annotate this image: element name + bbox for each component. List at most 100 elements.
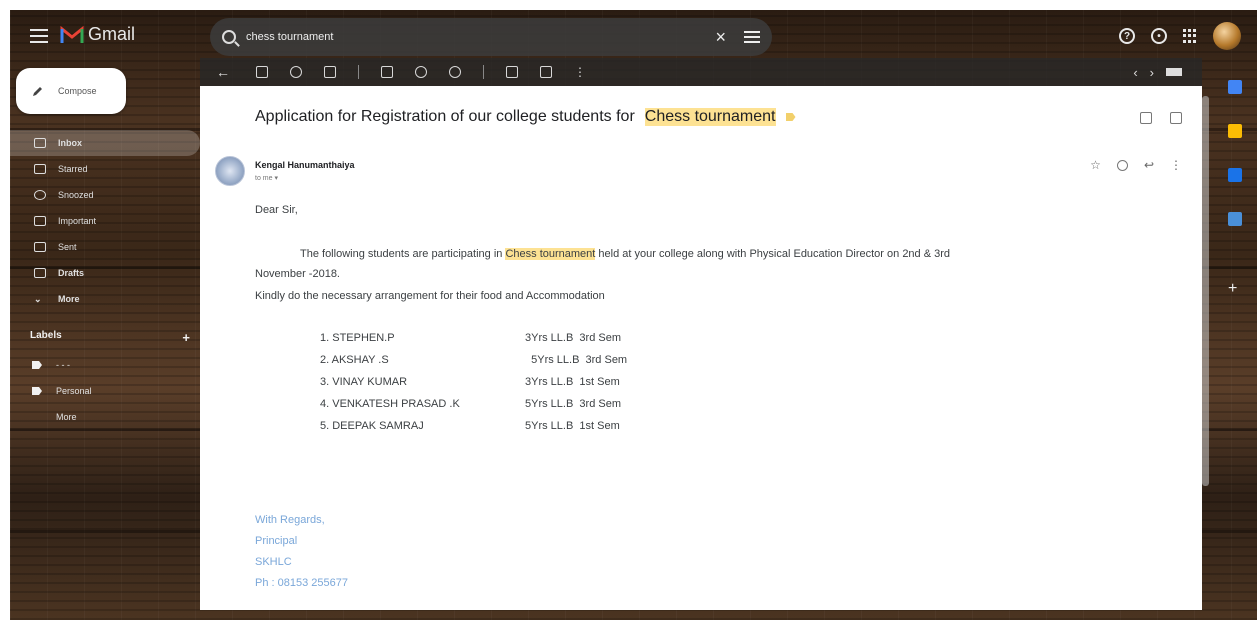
toolbar-divider <box>358 65 359 79</box>
keyboard-icon[interactable] <box>1166 68 1182 76</box>
star-icon <box>34 164 46 174</box>
sidebar-item-label: Inbox <box>58 138 82 148</box>
send-icon <box>34 242 46 252</box>
sidebar-item-starred[interactable]: Starred <box>10 156 200 182</box>
email-subject: Application for Registration of our coll… <box>255 108 796 126</box>
clear-search-icon[interactable]: × <box>715 27 726 48</box>
archive-icon[interactable] <box>256 66 268 78</box>
student-name: 5. DEEPAK SAMRAJ <box>320 420 424 432</box>
labels-header: Labels + <box>30 330 190 345</box>
label-list: - - - Personal More <box>10 352 200 430</box>
label-item[interactable]: Personal <box>10 378 200 404</box>
move-to-icon[interactable] <box>506 66 518 78</box>
search-icon[interactable] <box>222 30 236 44</box>
sidebar-item-inbox[interactable]: Inbox <box>10 130 200 156</box>
list-item: 1. STEPHEN.P 3Yrs LL.B 3rd Sem <box>320 332 627 354</box>
label-item[interactable]: - - - <box>10 352 200 378</box>
sender-name: Kengal Hanumanthaiya <box>255 160 361 170</box>
gmail-logo[interactable]: Gmail <box>60 24 135 45</box>
sidebar-item-label: Drafts <box>58 268 85 278</box>
signature: With Regards, Principal SKHLC Ph : 08153… <box>255 510 348 594</box>
emoji-reaction-icon[interactable] <box>1116 159 1128 171</box>
back-arrow-icon[interactable]: ← <box>216 64 230 80</box>
message-actions: ☆ ↩ ⋮ <box>1090 158 1182 172</box>
chevron-down-icon: ⌄ <box>34 294 42 304</box>
clock-icon <box>34 190 46 200</box>
importance-marker-icon[interactable] <box>785 113 796 121</box>
tasks-icon[interactable] <box>1228 168 1242 182</box>
paragraph-2: Kindly do the necessary arrangement for … <box>255 290 605 302</box>
print-icon[interactable] <box>1140 112 1152 124</box>
signature-line: With Regards, <box>255 514 325 526</box>
add-to-tasks-icon[interactable] <box>449 66 461 78</box>
help-icon[interactable]: ? <box>1119 28 1135 44</box>
sidebar-item-label: Sent <box>58 242 77 252</box>
sidebar-item-label: Important <box>58 216 97 226</box>
inbox-icon <box>34 138 46 148</box>
paragraph-1: The following students are participating… <box>255 248 950 260</box>
newer-button[interactable]: ‹ <box>1133 65 1137 80</box>
toolbar-divider <box>483 65 484 79</box>
sender-name-text: Kengal Hanumanthaiya <box>255 160 355 170</box>
delete-icon[interactable] <box>324 66 336 78</box>
account-avatar[interactable] <box>1213 22 1241 50</box>
report-spam-icon[interactable] <box>290 66 302 78</box>
search-bar[interactable]: chess tournament × <box>210 18 772 56</box>
search-input[interactable]: chess tournament <box>246 31 715 43</box>
student-course: 3Yrs LL.B 1st Sem <box>525 376 620 388</box>
search-options-icon[interactable] <box>744 31 760 43</box>
email-view: Application for Registration of our coll… <box>200 86 1202 610</box>
sidebar-item-important[interactable]: Important <box>10 208 200 234</box>
mark-unread-icon[interactable] <box>381 66 393 78</box>
student-name: 3. VINAY KUMAR <box>320 376 408 388</box>
get-addons-icon[interactable]: + <box>1228 280 1237 298</box>
signature-line: Principal <box>255 535 298 547</box>
sender-avatar[interactable] <box>215 156 245 186</box>
more-options-icon[interactable]: ⋮ <box>1170 158 1182 172</box>
sidebar-item-label: Snoozed <box>58 190 94 200</box>
student-list: 1. STEPHEN.P 3Yrs LL.B 3rd Sem 2. AKSHAY… <box>320 332 627 442</box>
pagination: ‹ › <box>1121 58 1182 86</box>
hamburger-menu-icon[interactable] <box>30 29 48 43</box>
add-label-icon[interactable]: + <box>182 330 190 345</box>
label-name: More <box>56 412 77 422</box>
list-item: 4. VENKATESH PRASAD .K 5Yrs LL.B 3rd Sem <box>320 398 627 420</box>
sidebar-item-snoozed[interactable]: Snoozed <box>10 182 200 208</box>
reply-icon[interactable]: ↩ <box>1144 158 1154 172</box>
paragraph-1-end: held at your college along with Physical… <box>598 248 951 260</box>
pencil-icon <box>33 87 42 96</box>
compose-button[interactable]: Compose <box>16 68 126 114</box>
settings-icon[interactable]: • <box>1151 28 1167 44</box>
signature-line: SKHLC <box>255 556 292 568</box>
student-course: 5Yrs LL.B 1st Sem <box>525 420 620 432</box>
sidebar-nav: Inbox Starred Snoozed Important Sent Dra… <box>10 130 200 312</box>
open-in-new-icon[interactable] <box>1170 112 1182 124</box>
apps-icon[interactable] <box>1183 29 1197 43</box>
sidebar-item-sent[interactable]: Sent <box>10 234 200 260</box>
paragraph-1-line-2: November -2018. <box>255 268 340 280</box>
more-options-icon[interactable]: ⋮ <box>574 65 586 79</box>
compose-label: Compose <box>58 86 97 96</box>
calendar-icon[interactable] <box>1228 80 1242 94</box>
scrollbar[interactable] <box>1202 96 1209 486</box>
draft-icon <box>34 268 46 278</box>
student-course: 5Yrs LL.B 3rd Sem <box>525 354 628 366</box>
keep-icon[interactable] <box>1228 124 1242 138</box>
label-item-more[interactable]: More <box>10 404 200 430</box>
sidebar-item-drafts[interactable]: Drafts <box>10 260 200 286</box>
paragraph-1-start: The following students are participating… <box>300 248 503 260</box>
student-course: 3Yrs LL.B 3rd Sem <box>525 332 621 344</box>
recipient-details-toggle[interactable]: to me ▾ <box>255 174 278 182</box>
sidebar-item-more[interactable]: ⌄ More <box>10 286 200 312</box>
list-item: 2. AKSHAY .S 5Yrs LL.B 3rd Sem <box>320 354 627 376</box>
contacts-icon[interactable] <box>1228 212 1242 226</box>
subject-actions <box>1140 112 1182 124</box>
list-item: 3. VINAY KUMAR 3Yrs LL.B 1st Sem <box>320 376 627 398</box>
app-name: Gmail <box>88 24 136 44</box>
star-icon[interactable]: ☆ <box>1090 158 1101 172</box>
older-button[interactable]: › <box>1150 65 1154 80</box>
label-icon[interactable] <box>540 66 552 78</box>
student-name: 4. VENKATESH PRASAD .K <box>320 398 460 410</box>
label-name: - - - <box>56 360 70 370</box>
snooze-icon[interactable] <box>415 66 427 78</box>
